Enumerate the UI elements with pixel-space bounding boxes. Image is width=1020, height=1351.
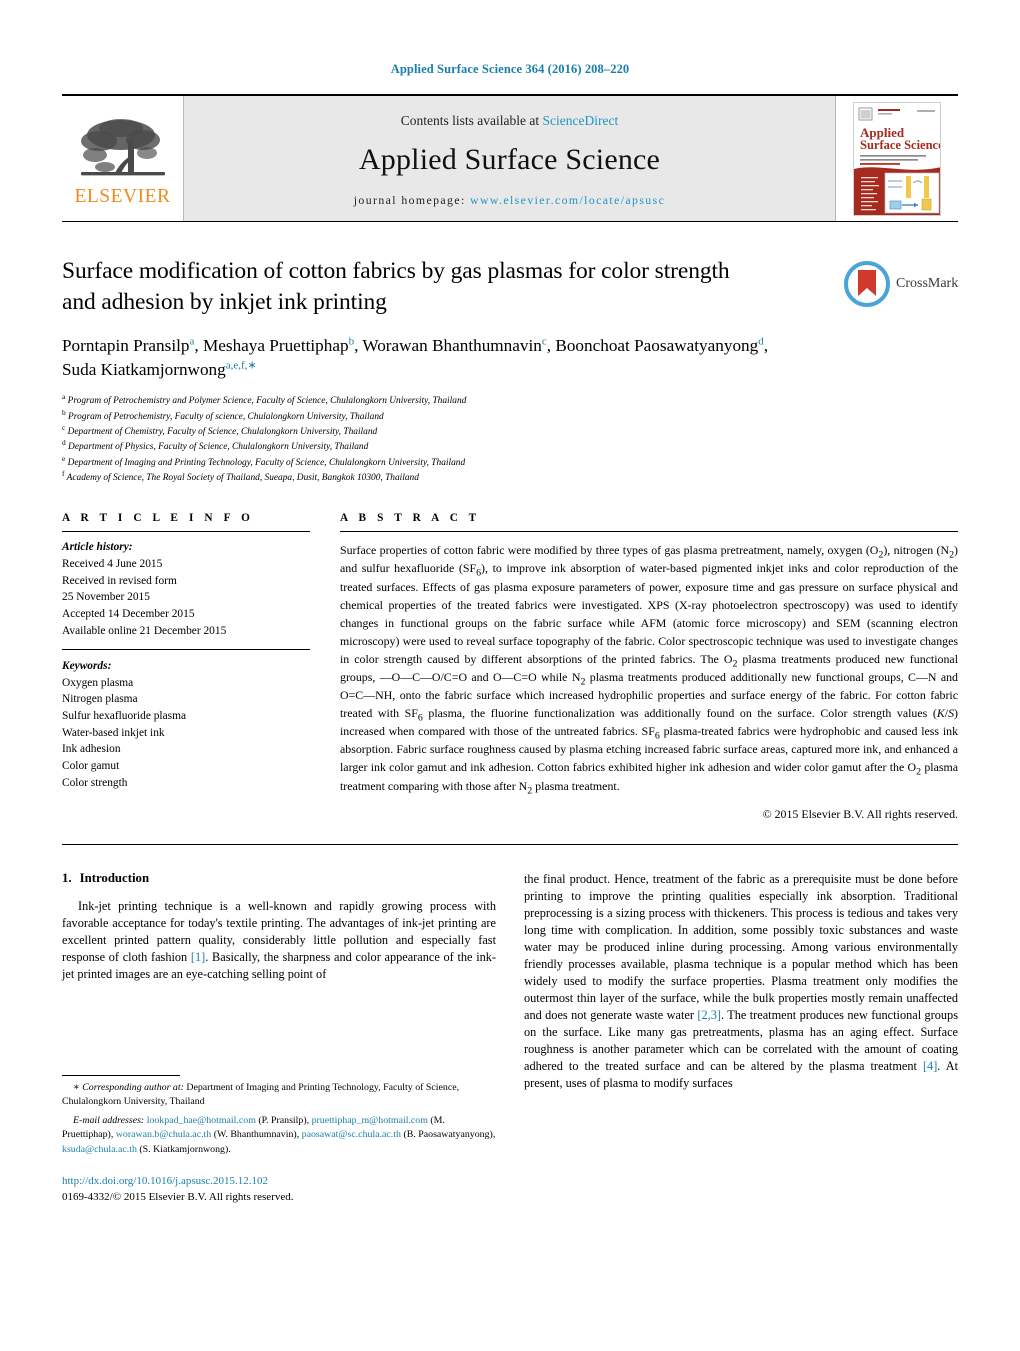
body-column-left: 1. Introduction Ink-jet printing techniqu… <box>62 871 496 1206</box>
journal-masthead: ELSEVIER Contents lists available at Sci… <box>62 94 958 222</box>
elsevier-wordmark: ELSEVIER <box>74 185 171 207</box>
paper-page: Applied Surface Science 364 (2016) 208–2… <box>0 0 1020 1351</box>
divider <box>340 531 958 533</box>
body-columns: 1. Introduction Ink-jet printing techniqu… <box>62 871 958 1206</box>
article-history-label: Article history: <box>62 541 133 554</box>
affiliation-list: a Program of Petrochemistry and Polymer … <box>62 392 958 486</box>
divider <box>62 531 310 533</box>
article-info-heading: A R T I C L E I N F O <box>62 512 254 525</box>
contents-available-line: Contents lists available at ScienceDirec… <box>401 113 618 129</box>
keyword-item: Color strength <box>62 776 128 789</box>
abstract-text: Surface properties of cotton fabric were… <box>340 543 959 796</box>
running-head: Applied Surface Science 364 (2016) 208–2… <box>390 62 630 76</box>
article-history: Article history: Received 4 June 2015 Re… <box>62 539 310 639</box>
affiliation-text: Program of Petrochemistry and Polymer Sc… <box>67 396 467 407</box>
affiliation-item: e Department of Imaging and Printing Tec… <box>62 453 466 468</box>
keyword-item: Nitrogen plasma <box>62 693 138 706</box>
footnote-separator <box>62 1074 180 1076</box>
divider <box>62 649 310 651</box>
elsevier-logo: ELSEVIER <box>62 96 184 221</box>
affiliation-text: Program of Petrochemistry, Faculty of sc… <box>68 411 384 422</box>
homepage-link[interactable]: www.elsevier.com/locate/apsusc <box>470 193 665 207</box>
elsevier-tree-icon <box>80 118 165 176</box>
keywords-label: Keywords: <box>62 660 112 673</box>
article-title-block: CrossMark Surface modification of cotton… <box>62 256 958 486</box>
journal-cover-thumbnail: Applied Surface Science <box>853 101 941 216</box>
intro-paragraph-right: the final product. Hence, treatment of t… <box>524 871 958 1090</box>
history-item: 25 November 2015 <box>62 591 150 604</box>
affiliation-item: a Program of Petrochemistry and Polymer … <box>62 392 467 407</box>
affiliation-text: Department of Chemistry, Faculty of Scie… <box>67 427 378 437</box>
affiliation-text: Academy of Science, The Royal Society of… <box>66 472 419 483</box>
affiliation-item: d Department of Physics, Faculty of Scie… <box>62 438 369 453</box>
section-title: Introduction <box>79 870 150 885</box>
history-item: Available online 21 December 2015 <box>62 624 227 637</box>
copyright-line: © 2015 Elsevier B.V. All rights reserved… <box>762 806 958 821</box>
body-column-right: the final product. Hence, treatment of t… <box>524 871 958 1206</box>
journal-title: Applied Surface Science <box>358 143 661 176</box>
footnote-corresponding-author: ∗ Corresponding author at: Department of… <box>62 1081 460 1107</box>
keyword-item: Oxygen plasma <box>62 676 134 689</box>
info-abstract-row: A R T I C L E I N F O Article history: R… <box>62 512 958 821</box>
crossmark-icon <box>844 261 890 307</box>
journal-cover-art: Applied Surface Science <box>854 102 941 215</box>
history-item: Accepted 14 December 2015 <box>62 607 195 620</box>
abstract-heading: A B S T R A C T <box>340 512 481 525</box>
abstract-column: A B S T R A C T Surface properties of co… <box>340 512 958 821</box>
masthead-right: Applied Surface Science <box>836 96 958 221</box>
affiliation-item: b Program of Petrochemistry, Faculty of … <box>62 407 384 422</box>
keyword-item: Sulfur hexafluoride plasma <box>62 710 186 723</box>
keyword-list: Keywords: Oxygen plasma Nitrogen plasma … <box>62 658 310 791</box>
keyword-item: Color gamut <box>62 760 120 772</box>
issn-copyright-line: 0169-4332/© 2015 Elsevier B.V. All right… <box>62 1190 294 1203</box>
affiliation-item: f Academy of Science, The Royal Society … <box>62 468 419 483</box>
footnote-emails: E-mail addresses: lookpad_hae@hotmail.co… <box>62 1115 496 1155</box>
affiliation-text: Department of Imaging and Printing Techn… <box>67 457 466 468</box>
affiliation-item: c Department of Chemistry, Faculty of Sc… <box>62 422 378 437</box>
keyword-item: Ink adhesion <box>62 743 121 756</box>
history-item: Received in revised form <box>62 574 177 587</box>
article-info-column: A R T I C L E I N F O Article history: R… <box>62 512 310 821</box>
intro-paragraph-left: Ink-jet printing technique is a well-kno… <box>62 898 497 981</box>
section-heading-introduction: 1. Introduction <box>62 871 496 886</box>
sciencedirect-link[interactable]: ScienceDirect <box>543 113 619 128</box>
crossmark-badge[interactable]: CrossMark <box>844 258 962 310</box>
svg-text:Surface Science: Surface Science <box>860 138 941 152</box>
divider <box>62 843 958 845</box>
crossmark-label: CrossMark <box>896 276 959 291</box>
doi-block: http://dx.doi.org/10.1016/j.apsusc.2015.… <box>62 1174 496 1205</box>
affiliation-text: Department of Physics, Faculty of Scienc… <box>68 442 369 453</box>
masthead-center: Contents lists available at ScienceDirec… <box>184 96 836 221</box>
author-list: Porntapin Pransilpa, Meshaya Pruettiphap… <box>62 334 769 379</box>
section-number: 1. <box>62 870 72 885</box>
homepage-prefix: journal homepage: <box>353 193 471 207</box>
journal-homepage-line: journal homepage: www.elsevier.com/locat… <box>354 193 665 208</box>
contents-prefix: Contents lists available at <box>400 113 543 128</box>
keyword-item: Water-based inkjet ink <box>62 726 165 739</box>
page-title: Surface modification of cotton fabrics b… <box>62 258 730 316</box>
doi-link[interactable]: http://dx.doi.org/10.1016/j.apsusc.2015.… <box>62 1174 496 1190</box>
history-item: Received 4 June 2015 <box>62 557 163 570</box>
